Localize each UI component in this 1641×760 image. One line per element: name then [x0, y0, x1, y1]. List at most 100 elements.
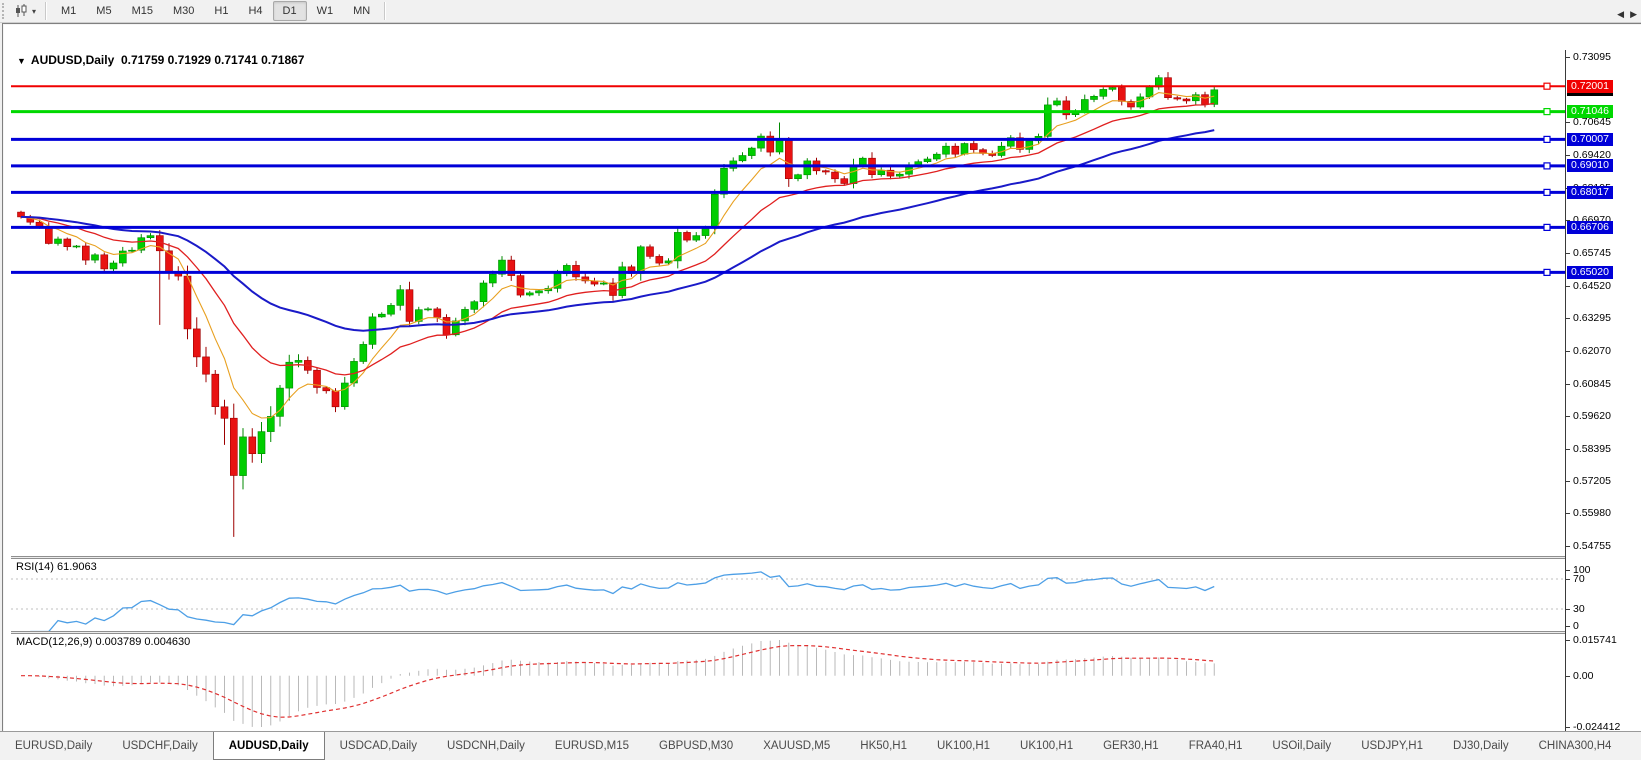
price-tick: [1566, 449, 1570, 450]
chart-tab-eurusd-daily[interactable]: EURUSD,Daily: [0, 732, 107, 760]
hline-handle[interactable]: [1544, 224, 1550, 230]
price-tick: [1566, 318, 1570, 319]
chart-title: ▼ AUDUSD,Daily 0.71759 0.71929 0.71741 0.…: [17, 53, 304, 67]
hline-0.66706[interactable]: [11, 224, 1565, 230]
macd-tick-label: -0.024412: [1573, 721, 1620, 733]
timeframe-button-h4[interactable]: H4: [238, 1, 272, 21]
timeframe-toolbar: ▾ M1M5M15M30H1H4D1W1MN: [0, 0, 1641, 23]
price-tick: [1566, 122, 1570, 123]
timeframe-button-w1[interactable]: W1: [307, 1, 344, 21]
rsi-tick: [1566, 609, 1570, 610]
timeframe-button-m5[interactable]: M5: [86, 1, 121, 21]
price-tick: [1566, 57, 1570, 58]
chart-tab-usdjpy-h1[interactable]: USDJPY,H1: [1346, 732, 1438, 760]
chart-tab-usdcnh-daily[interactable]: USDCNH,Daily: [432, 732, 540, 760]
chart-dropdown-icon[interactable]: ▼: [17, 56, 26, 66]
price-tick-label: 0.54755: [1573, 540, 1611, 552]
price-tick: [1566, 416, 1570, 417]
rsi-tick-label: 70: [1573, 573, 1585, 585]
tabs-scroll-right-icon[interactable]: ▶: [1630, 9, 1637, 20]
hline-handle[interactable]: [1544, 269, 1550, 275]
chart-tab-usdchf-daily[interactable]: USDCHF,Daily: [107, 732, 212, 760]
macd-signal-line: [21, 646, 1214, 718]
price-badge-0.66706: 0.66706: [1567, 221, 1613, 234]
chart-tab-dj30-daily[interactable]: DJ30,Daily: [1438, 732, 1524, 760]
chart-tab-hk50-h1[interactable]: HK50,H1: [845, 732, 922, 760]
timeframe-button-mn[interactable]: MN: [343, 1, 380, 21]
mt4-application-window: ▾ M1M5M15M30H1H4D1W1MN ▼ AUDUSD,Daily 0.7…: [0, 0, 1641, 760]
price-tick: [1566, 546, 1570, 547]
hline-handle[interactable]: [1544, 136, 1550, 142]
hline-handle[interactable]: [1544, 163, 1550, 169]
ma-fast: [21, 93, 1214, 418]
price-tick-label: 0.57205: [1573, 475, 1611, 487]
rsi-tick-label: 30: [1573, 603, 1585, 615]
hline-0.71046[interactable]: [11, 109, 1565, 115]
chart-tab-usoil-daily[interactable]: USOil,Daily: [1257, 732, 1346, 760]
timeframe-button-m30[interactable]: M30: [163, 1, 204, 21]
main-chart-pane[interactable]: [11, 50, 1565, 556]
chart-symbol-label: AUDUSD,Daily: [31, 53, 114, 67]
price-tick: [1566, 253, 1570, 254]
price-axis[interactable]: 0.730950.706450.694200.681950.669700.657…: [1565, 50, 1641, 753]
macd-tick-label: 0.015741: [1573, 634, 1617, 646]
macd-tick: [1566, 676, 1570, 677]
timeframe-button-h1[interactable]: H1: [204, 1, 238, 21]
hline-0.72001[interactable]: [11, 83, 1565, 89]
price-tick: [1566, 513, 1570, 514]
chart-tab-eurusd-m15[interactable]: EURUSD,M15: [540, 732, 644, 760]
price-tick-label: 0.73095: [1573, 51, 1611, 63]
price-tick-label: 0.60845: [1573, 378, 1611, 390]
chart-plot-area[interactable]: ▼ AUDUSD,Daily 0.71759 0.71929 0.71741 0.…: [11, 50, 1565, 753]
timeframe-button-d1[interactable]: D1: [273, 1, 307, 21]
price-tick-label: 0.63295: [1573, 312, 1611, 324]
macd-pane[interactable]: [11, 634, 1565, 732]
rsi-tick: [1566, 579, 1570, 580]
macd-tick: [1566, 727, 1570, 728]
chevron-down-icon: ▾: [32, 7, 36, 16]
rsi-tick: [1566, 570, 1570, 571]
macd-tick-label: 0.00: [1573, 670, 1593, 682]
toolbar-grip-handle[interactable]: [2, 3, 9, 19]
toolbar-separator: [45, 2, 47, 20]
price-tick: [1566, 351, 1570, 352]
candlestick-chart-icon: [15, 4, 30, 18]
ma-slow: [21, 130, 1214, 331]
chart-tab-usdcad-daily[interactable]: USDCAD,Daily: [325, 732, 432, 760]
hline-handle[interactable]: [1544, 83, 1550, 89]
chart-tab-uk100-h1[interactable]: UK100,H1: [922, 732, 1005, 760]
price-badge-0.69010: 0.69010: [1567, 159, 1613, 172]
timeframe-button-m1[interactable]: M1: [51, 1, 86, 21]
chart-ohlc-quotes: 0.71759 0.71929 0.71741 0.71867: [121, 53, 305, 67]
price-tick-label: 0.58395: [1573, 443, 1611, 455]
chart-tab-xauusd-m5[interactable]: XAUUSD,M5: [748, 732, 845, 760]
hline-handle[interactable]: [1544, 109, 1550, 115]
chart-type-button[interactable]: ▾: [12, 3, 39, 19]
price-badge-0.65020: 0.65020: [1567, 266, 1613, 279]
price-tick-label: 0.55980: [1573, 507, 1611, 519]
price-tick: [1566, 384, 1570, 385]
timeframe-button-m15[interactable]: M15: [122, 1, 163, 21]
rsi-tick-label: 0: [1573, 620, 1579, 632]
toolbar-separator: [384, 2, 386, 20]
chart-tab-fra40-h1[interactable]: FRA40,H1: [1174, 732, 1258, 760]
chart-tab-usoil-d[interactable]: USOil,D: [1626, 732, 1641, 760]
hline-0.68017[interactable]: [11, 189, 1565, 195]
rsi-tick: [1566, 626, 1570, 627]
price-badge-0.71046: 0.71046: [1567, 105, 1613, 118]
macd-tick: [1566, 640, 1570, 641]
macd-label: MACD(12,26,9) 0.003789 0.004630: [16, 636, 190, 648]
hline-0.65020[interactable]: [11, 269, 1565, 275]
price-tick-label: 0.59620: [1573, 410, 1611, 422]
hline-handle[interactable]: [1544, 189, 1550, 195]
chart-tab-ger30-h1[interactable]: GER30,H1: [1088, 732, 1174, 760]
chart-tab-uk100-h1[interactable]: UK100,H1: [1005, 732, 1088, 760]
chart-tab-china300-h4[interactable]: CHINA300,H4: [1524, 732, 1627, 760]
chart-tab-gbpusd-m30[interactable]: GBPUSD,M30: [644, 732, 748, 760]
rsi-pane[interactable]: [11, 559, 1565, 631]
price-badge-0.68017: 0.68017: [1567, 186, 1613, 199]
chart-tab-audusd-daily[interactable]: AUDUSD,Daily: [213, 731, 325, 760]
rsi-line: [30, 572, 1214, 631]
macd-histogram: [21, 640, 1214, 727]
tabs-scroll-left-icon[interactable]: ◀: [1617, 9, 1624, 20]
